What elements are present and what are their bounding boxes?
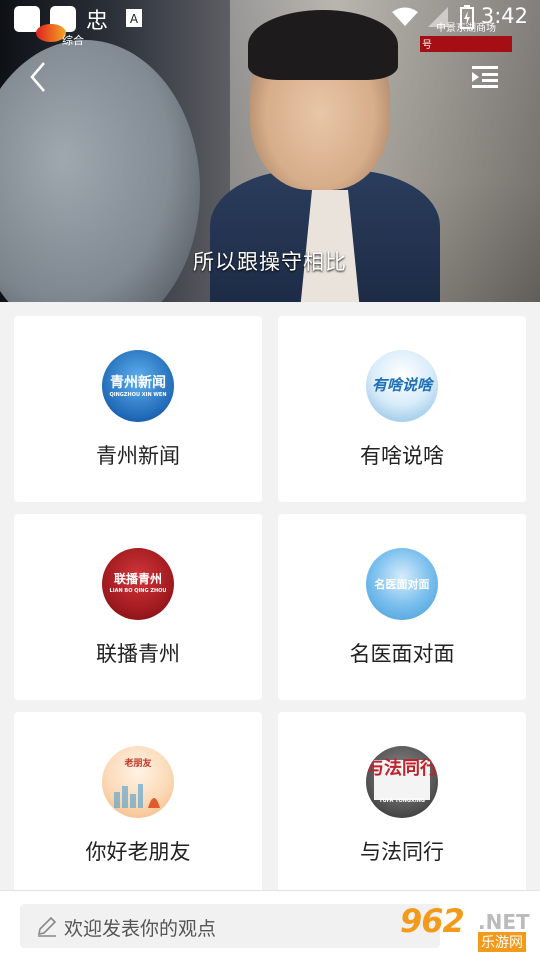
playlist-menu-icon[interactable] [470,64,500,90]
city-skyline-icon [114,784,160,808]
program-card-mingyi-mianduimian[interactable]: 名医面对面 名医面对面 [278,514,526,700]
channel-logo: 综合 [36,18,96,48]
program-card-yufa-tongxing[interactable]: 与法同行 YUFA TONGXING 与法同行 [278,712,526,898]
video-subtitle: 所以跟操守相比 [193,250,347,274]
nihao-laopengyou-icon: 老朋友 [102,746,174,818]
back-arrow-icon[interactable] [26,60,58,94]
program-grid: 青州新闻 QINGZHOU XIN WEN 青州新闻 有啥说啥 有啥说啥 联播青… [0,302,540,898]
broadcast-overlay-bar: 号 [420,36,512,52]
a-icon: A [126,9,142,27]
program-card-qingzhou-news[interactable]: 青州新闻 QINGZHOU XIN WEN 青州新闻 [14,316,262,502]
youshashuosha-icon: 有啥说啥 [366,350,438,422]
svg-text:A: A [130,12,139,26]
pencil-icon [37,916,57,937]
wifi-icon [392,7,418,26]
lianbo-qingzhou-icon: 联播青州 LIAN BO QING ZHOU [102,548,174,620]
qingzhou-news-icon: 青州新闻 QINGZHOU XIN WEN [102,350,174,422]
yufa-tongxing-icon: 与法同行 YUFA TONGXING [366,746,438,818]
mingyi-mianduimian-icon: 名医面对面 [366,548,438,620]
site-watermark: 962 .NET 乐游网 [400,902,530,952]
program-card-youshashuosha[interactable]: 有啥说啥 有啥说啥 [278,316,526,502]
program-card-nihao-laopengyou[interactable]: 老朋友 你好老朋友 [14,712,262,898]
program-card-lianbo-qingzhou[interactable]: 联播青州 LIAN BO QING ZHOU 联播青州 [14,514,262,700]
comment-input[interactable]: 欢迎发表你的观点 [20,904,440,948]
station-text: 中景东湖商场 [436,23,496,34]
comment-placeholder: 欢迎发表你的观点 [64,918,217,940]
